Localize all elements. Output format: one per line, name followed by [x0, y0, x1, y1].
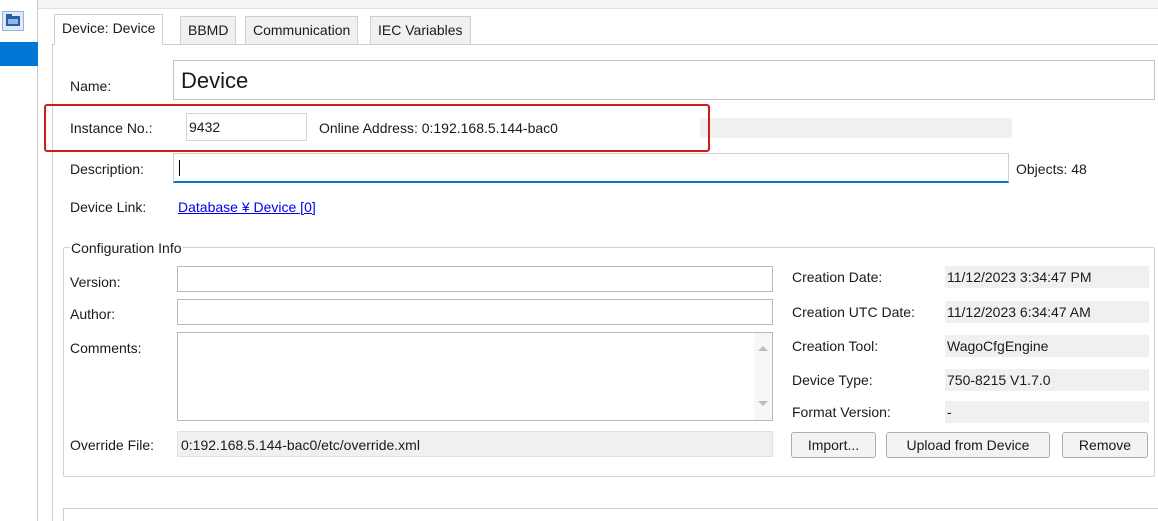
- objects-count: Objects: 48: [1016, 161, 1087, 177]
- author-label: Author:: [70, 306, 116, 322]
- name-field[interactable]: Device: [173, 60, 1155, 100]
- format-version-value: -: [947, 404, 952, 420]
- version-field[interactable]: [177, 266, 773, 292]
- left-toolbar: [0, 0, 38, 521]
- text-caret: [179, 160, 180, 176]
- creation-date-label: Creation Date:: [792, 269, 883, 285]
- tab-communication[interactable]: Communication: [245, 16, 359, 44]
- remove-button[interactable]: Remove: [1062, 432, 1148, 458]
- creation-tool-label: Creation Tool:: [792, 338, 879, 354]
- version-label: Version:: [70, 274, 121, 290]
- device-link-label: Device Link:: [70, 199, 147, 215]
- device-type-value: 750-8215 V1.7.0: [947, 372, 1051, 388]
- folder-button[interactable]: [2, 11, 24, 31]
- tab-bbmd[interactable]: BBMD: [180, 16, 237, 44]
- upload-from-device-button[interactable]: Upload from Device: [886, 432, 1050, 458]
- override-file-value: 0:192.168.5.144-bac0/etc/override.xml: [181, 437, 420, 453]
- configuration-group-title: Configuration Info: [70, 239, 183, 257]
- creation-date-value: 11/12/2023 3:34:47 PM: [947, 269, 1092, 285]
- comments-label: Comments:: [70, 340, 142, 356]
- description-label: Description:: [70, 161, 144, 177]
- comments-field[interactable]: [177, 332, 773, 421]
- author-field[interactable]: [177, 299, 773, 325]
- name-value: Device: [181, 68, 249, 93]
- format-version-field: -: [945, 401, 1149, 423]
- override-file-label: Override File:: [70, 437, 155, 453]
- device-type-field: 750-8215 V1.7.0: [945, 369, 1149, 391]
- creation-utc-label: Creation UTC Date:: [792, 304, 915, 320]
- folder-icon: [6, 14, 20, 26]
- description-field[interactable]: [173, 153, 1009, 183]
- creation-utc-value: 11/12/2023 6:34:47 AM: [947, 304, 1091, 320]
- import-button[interactable]: Import...: [791, 432, 876, 458]
- name-label: Name:: [70, 78, 112, 94]
- objects-list-header: [63, 508, 1158, 521]
- scroll-up-icon[interactable]: [754, 341, 772, 355]
- tab-iec-variables[interactable]: IEC Variables: [370, 16, 471, 44]
- format-version-label: Format Version:: [792, 404, 891, 420]
- tab-device[interactable]: Device: Device: [54, 14, 164, 45]
- override-file-field: 0:192.168.5.144-bac0/etc/override.xml: [177, 431, 773, 457]
- scroll-down-icon[interactable]: [754, 397, 772, 411]
- creation-tool-value: WagoCfgEngine: [947, 338, 1049, 354]
- creation-utc-field: 11/12/2023 6:34:47 AM: [945, 301, 1149, 323]
- highlight-box: [44, 104, 710, 152]
- creation-tool-field: WagoCfgEngine: [945, 335, 1149, 357]
- device-link[interactable]: Database ¥ Device [0]: [178, 198, 316, 216]
- online-address-field: [700, 118, 1012, 138]
- side-tab-selected[interactable]: [0, 42, 38, 66]
- window-top-bar: [38, 0, 1158, 9]
- comments-scrollbar[interactable]: [754, 333, 772, 420]
- device-type-label: Device Type:: [792, 372, 873, 388]
- creation-date-field: 11/12/2023 3:34:47 PM: [945, 266, 1149, 288]
